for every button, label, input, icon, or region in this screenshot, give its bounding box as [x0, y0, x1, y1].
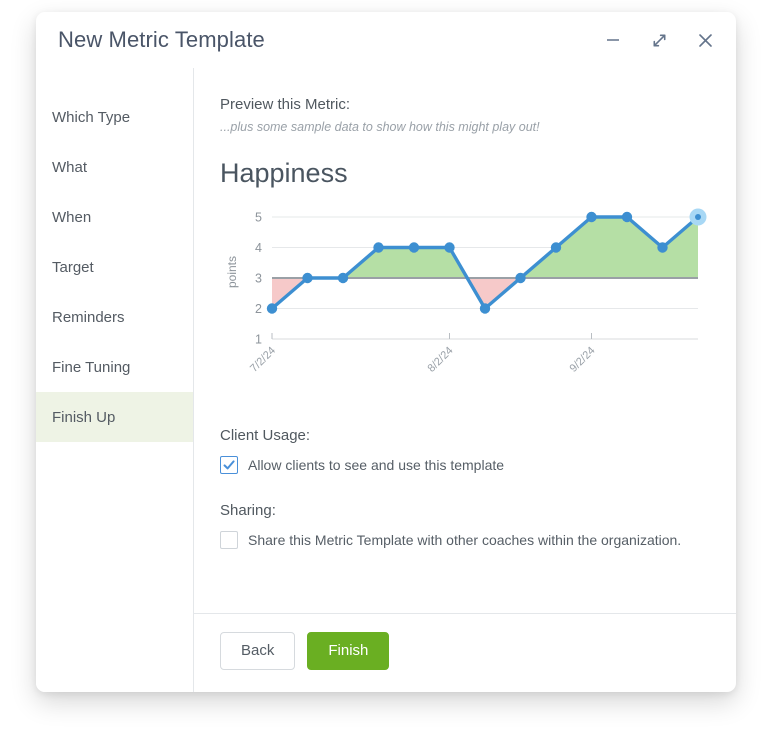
sharing-group: Sharing: Share this Metric Template with… — [220, 502, 710, 549]
minimize-button[interactable] — [600, 27, 626, 53]
new-metric-template-dialog: New Metric Template Which Type What When… — [36, 12, 736, 692]
dialog-title: New Metric Template — [58, 27, 265, 52]
minimize-icon — [604, 31, 622, 49]
svg-text:8/2/24: 8/2/24 — [426, 345, 456, 375]
wizard-sidebar: Which Type What When Target Reminders Fi… — [36, 68, 194, 692]
finish-button[interactable]: Finish — [307, 632, 390, 670]
svg-text:4: 4 — [255, 241, 262, 255]
sidebar-item-reminders[interactable]: Reminders — [36, 292, 193, 342]
client-usage-checkbox-row[interactable]: Allow clients to see and use this templa… — [220, 456, 710, 474]
svg-text:3: 3 — [255, 272, 262, 286]
close-button[interactable] — [692, 27, 718, 53]
sidebar-item-target[interactable]: Target — [36, 242, 193, 292]
sidebar-item-label: When — [52, 208, 92, 226]
client-usage-group: Client Usage: Allow clients to see and u… — [220, 427, 710, 474]
sidebar-item-which-type[interactable]: Which Type — [36, 92, 193, 142]
sidebar-item-when[interactable]: When — [36, 192, 193, 242]
sharing-checkbox-label: Share this Metric Template with other co… — [248, 532, 682, 548]
metric-preview-chart: 1 2 3 4 5 points 7/2/24 8/2/24 9/2/24 — [220, 205, 710, 385]
sidebar-item-label: Finish Up — [52, 408, 116, 426]
dialog-titlebar: New Metric Template — [36, 12, 736, 68]
window-controls — [600, 27, 718, 53]
sidebar-item-label: Reminders — [52, 308, 125, 326]
expand-icon — [650, 31, 669, 50]
chart-svg: 1 2 3 4 5 points 7/2/24 8/2/24 9/2/24 — [225, 208, 707, 375]
back-button[interactable]: Back — [220, 632, 296, 670]
svg-text:2: 2 — [255, 302, 262, 316]
svg-text:9/2/24: 9/2/24 — [568, 345, 598, 375]
sidebar-item-finish-up[interactable]: Finish Up — [36, 392, 193, 442]
sidebar-item-what[interactable]: What — [36, 142, 193, 192]
metric-title: Happiness — [220, 158, 348, 188]
close-icon — [696, 31, 715, 50]
svg-text:points: points — [225, 256, 239, 288]
sidebar-item-label: What — [52, 158, 88, 176]
svg-text:7/2/24: 7/2/24 — [248, 345, 278, 375]
client-usage-title: Client Usage: — [220, 427, 311, 444]
svg-text:5: 5 — [255, 211, 262, 225]
dialog-body: Which Type What When Target Reminders Fi… — [36, 68, 736, 692]
preview-subtitle: ...plus some sample data to show how thi… — [220, 120, 540, 134]
sidebar-item-label: Fine Tuning — [52, 358, 131, 376]
sharing-checkbox[interactable] — [220, 531, 238, 549]
sidebar-item-label: Target — [52, 258, 94, 276]
sharing-title: Sharing: — [220, 502, 276, 519]
client-usage-checkbox-label: Allow clients to see and use this templa… — [248, 457, 505, 473]
client-usage-checkbox[interactable] — [220, 456, 238, 474]
finish-up-panel: Preview this Metric: ...plus some sample… — [194, 68, 736, 613]
preview-label: Preview this Metric: — [220, 96, 351, 113]
expand-button[interactable] — [646, 27, 672, 53]
sidebar-item-label: Which Type — [52, 108, 131, 126]
page-background: New Metric Template Which Type What When… — [0, 0, 770, 739]
sidebar-item-fine-tuning[interactable]: Fine Tuning — [36, 342, 193, 392]
sharing-checkbox-row[interactable]: Share this Metric Template with other co… — [220, 531, 710, 549]
svg-text:1: 1 — [255, 333, 262, 347]
dialog-footer: Back Finish — [194, 613, 736, 692]
check-icon — [222, 458, 236, 472]
wizard-content: Preview this Metric: ...plus some sample… — [194, 68, 736, 692]
